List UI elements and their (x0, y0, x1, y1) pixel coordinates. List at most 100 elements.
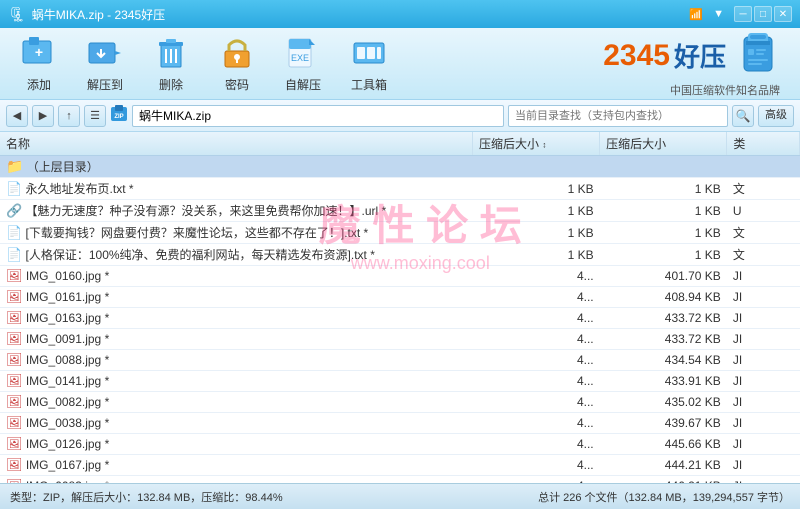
maximize-button[interactable]: □ (754, 6, 772, 22)
extract-button[interactable]: 解压到 (76, 28, 134, 99)
svg-text:+: + (35, 44, 43, 60)
file-type: JI (727, 350, 800, 371)
file-name: 📄 [下载要掏钱？网盘要付费？来魔性论坛，这些都不存在了！].txt * (0, 222, 472, 244)
col-header-type[interactable]: 类 (727, 132, 800, 156)
table-row[interactable]: 🖼 IMG_0038.jpg *4...439.67 KBJI (0, 413, 800, 434)
file-name: 📁 （上层目录） (0, 156, 472, 178)
table-row[interactable]: 🖼 IMG_0160.jpg *4...401.70 KBJI (0, 266, 800, 287)
file-name: 🖼 IMG_0141.jpg * (0, 371, 472, 392)
table-row[interactable]: 📄 永久地址发布页.txt *1 KB1 KB文 (0, 178, 800, 200)
add-button[interactable]: + 添加 (10, 28, 68, 99)
file-size: 4... (472, 434, 599, 455)
tools-button[interactable]: 工具箱 (340, 28, 398, 99)
delete-icon (152, 34, 190, 72)
tools-label: 工具箱 (351, 76, 387, 93)
selfextract-button[interactable]: EXE 自解压 (274, 28, 332, 99)
brand-number: 2345 (603, 39, 670, 73)
file-type: JI (727, 455, 800, 476)
app-icon: 🗜 (8, 6, 26, 23)
path-input[interactable] (132, 105, 504, 127)
status-left: 类型：ZIP，解压后大小：132.84 MB，压缩比：98.44% (10, 489, 283, 505)
table-header: 名称 压缩后大小 ↕ 压缩后大小 类 (0, 132, 800, 156)
add-label: 添加 (27, 76, 51, 93)
table-row[interactable]: 🖼 IMG_0126.jpg *4...445.66 KBJI (0, 434, 800, 455)
toolbar: + 添加 解压到 (0, 28, 800, 100)
col-header-compressed[interactable]: 压缩后大小 (600, 132, 727, 156)
table-row[interactable]: 🖼 IMG_0082.jpg *4...435.02 KBJI (0, 392, 800, 413)
file-compressed-size: 433.72 KB (600, 308, 727, 329)
file-type: JI (727, 287, 800, 308)
table-row[interactable]: 🖼 IMG_0161.jpg *4...408.94 KBJI (0, 287, 800, 308)
zip-icon: ZIP (110, 105, 128, 126)
password-label: 密码 (225, 76, 249, 93)
signal-icon: 📶 (689, 8, 703, 21)
title-bar-left: 🗜 蜗牛MIKA.zip - 2345好压 (8, 6, 165, 23)
file-list[interactable]: 名称 压缩后大小 ↕ 压缩后大小 类 📁 （上层目录）📄 永久地址发布页.txt… (0, 132, 800, 483)
file-compressed-size: 434.54 KB (600, 350, 727, 371)
table-row[interactable]: 📄 [下载要掏钱？网盘要付费？来魔性论坛，这些都不存在了！].txt * 1 KB… (0, 222, 800, 244)
search-input[interactable] (508, 105, 728, 127)
svg-text:ZIP: ZIP (114, 114, 123, 120)
file-type: JI (727, 392, 800, 413)
status-right: 总计 226 个文件（132.84 MB，139,294,557 字节） (538, 489, 790, 505)
brand: 2345 好压 中国压缩软件知名品牌 (603, 29, 790, 98)
file-name: 🖼 IMG_0126.jpg * (0, 434, 472, 455)
table-row[interactable]: 🔗 【魅力无速度？种子没有源？没关系，来这里免费帮你加速！】.url *1 KB… (0, 200, 800, 222)
password-button[interactable]: 密码 (208, 28, 266, 99)
file-compressed-size: 439.67 KB (600, 413, 727, 434)
table-row[interactable]: 🖼 IMG_0163.jpg *4...433.72 KBJI (0, 308, 800, 329)
close-button[interactable]: ✕ (774, 6, 792, 22)
advanced-button[interactable]: 高级 (758, 105, 794, 127)
file-compressed-size: 1 KB (600, 178, 727, 200)
col-header-size[interactable]: 压缩后大小 ↕ (472, 132, 599, 156)
file-type: JI (727, 413, 800, 434)
file-compressed-size: 433.72 KB (600, 329, 727, 350)
brand-name: 好压 (674, 37, 726, 74)
table-row[interactable]: 📁 （上层目录） (0, 156, 800, 178)
file-compressed-size: 1 KB (600, 222, 727, 244)
wifi-icon: ▼ (713, 8, 724, 20)
toolbar-buttons: + 添加 解压到 (10, 28, 603, 99)
file-type: JI (727, 329, 800, 350)
col-header-name[interactable]: 名称 (0, 132, 472, 156)
up-button[interactable]: ↑ (58, 105, 80, 127)
file-compressed-size: 445.66 KB (600, 434, 727, 455)
table-row[interactable]: 🖼 IMG_0167.jpg *4...444.21 KBJI (0, 455, 800, 476)
file-compressed-size: 433.91 KB (600, 371, 727, 392)
selfextract-label: 自解压 (285, 76, 321, 93)
file-type: 文 (727, 178, 800, 200)
minimize-button[interactable]: ─ (734, 6, 752, 22)
table-row[interactable]: 🖼 IMG_0088.jpg *4...434.54 KBJI (0, 350, 800, 371)
title-bar-title: 蜗牛MIKA.zip - 2345好压 (32, 6, 165, 23)
file-type: JI (727, 371, 800, 392)
status-bar: 类型：ZIP，解压后大小：132.84 MB，压缩比：98.44% 总计 226… (0, 483, 800, 509)
file-name: 🖼 IMG_0082.jpg * (0, 392, 472, 413)
table-row[interactable]: 🖼 IMG_0083.jpg *4...446.21 KBJI (0, 476, 800, 484)
address-bar: ◀ ▶ ↑ ☰ ZIP 🔍 高级 (0, 100, 800, 132)
table-row[interactable]: 🖼 IMG_0091.jpg *4...433.72 KBJI (0, 329, 800, 350)
delete-button[interactable]: 删除 (142, 28, 200, 99)
file-compressed-size: 435.02 KB (600, 392, 727, 413)
file-compressed-size: 444.21 KB (600, 455, 727, 476)
file-size: 4... (472, 455, 599, 476)
svg-text:EXE: EXE (291, 53, 309, 63)
menu-button[interactable]: ☰ (84, 105, 106, 127)
file-type: JI (727, 476, 800, 484)
file-size: 4... (472, 371, 599, 392)
file-name: 🖼 IMG_0160.jpg * (0, 266, 472, 287)
file-name: 🖼 IMG_0091.jpg * (0, 329, 472, 350)
delete-label: 删除 (159, 76, 183, 93)
search-button[interactable]: 🔍 (732, 105, 754, 127)
brand-tagline: 中国压缩软件知名品牌 (670, 82, 780, 98)
table-row[interactable]: 📄 [人格保证：100%纯净、免费的福利网站，每天精选发布资源].txt *1 … (0, 244, 800, 266)
extract-icon (86, 34, 124, 72)
file-size: 4... (472, 287, 599, 308)
table-row[interactable]: 🖼 IMG_0141.jpg *4...433.91 KBJI (0, 371, 800, 392)
file-name: 📄 永久地址发布页.txt * (0, 178, 472, 200)
brand-mascot (736, 29, 780, 82)
file-compressed-size: 1 KB (600, 200, 727, 222)
back-button[interactable]: ◀ (6, 105, 28, 127)
file-compressed-size: 401.70 KB (600, 266, 727, 287)
file-compressed-size: 408.94 KB (600, 287, 727, 308)
forward-button[interactable]: ▶ (32, 105, 54, 127)
